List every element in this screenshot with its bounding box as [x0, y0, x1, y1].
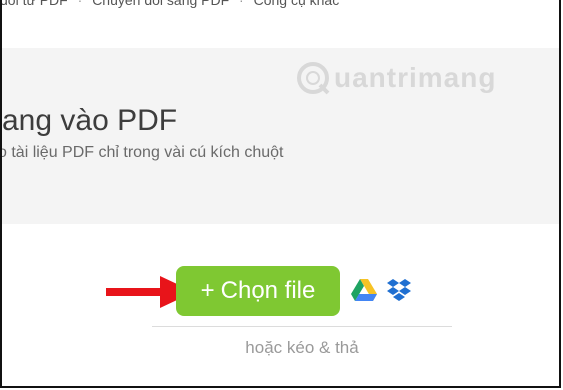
watermark-text: uantrimang [334, 62, 497, 93]
nav-item-from-pdf[interactable]: đổi từ PDF [0, 0, 68, 8]
nav-item-to-pdf[interactable]: Chuyển đổi sang PDF [92, 0, 229, 8]
nav-separator: · [77, 0, 83, 8]
dropbox-icon[interactable] [386, 278, 412, 302]
watermark-q-icon [297, 62, 330, 95]
drag-drop-hint: hoặc kéo & thả [245, 338, 359, 357]
nav-item-other-tools[interactable]: Công cụ khác [254, 0, 340, 8]
divider [152, 326, 452, 327]
nav-separator: · [239, 0, 244, 8]
choose-file-button[interactable]: + Chọn file [176, 266, 340, 316]
watermark-logo: uantrimang [296, 58, 496, 98]
top-navigation: đổi từ PDF · Chuyển đổi sang PDF · Công … [0, 0, 345, 12]
choose-file-label: Chọn file [220, 277, 316, 304]
page-title: rang vào PDF [0, 104, 178, 137]
google-drive-icon[interactable] [351, 278, 377, 302]
plus-icon: + [200, 277, 215, 304]
page-subtitle: o tài liệu PDF chỉ trong vài cú kích chu… [0, 144, 284, 161]
